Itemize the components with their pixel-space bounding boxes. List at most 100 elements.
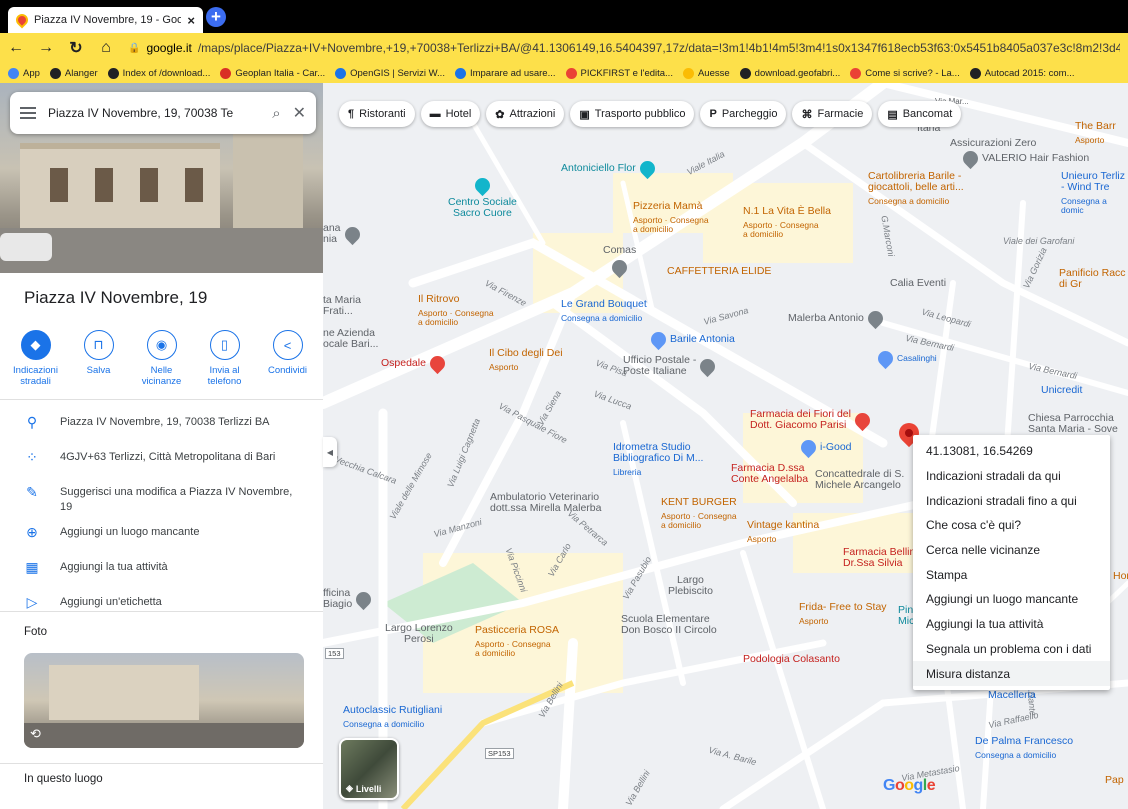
reload-icon[interactable]: ↻ bbox=[68, 38, 84, 58]
menu-report-problem[interactable]: Segnala un problema con i dati bbox=[913, 637, 1110, 662]
poi-officina[interactable]: fficina Biagio bbox=[323, 588, 375, 610]
bookmark-item[interactable]: OpenGIS | Servizi W... bbox=[335, 67, 445, 79]
back-arrow-icon[interactable]: ← bbox=[8, 39, 24, 57]
poi-pin-mic[interactable]: Pin Mic bbox=[898, 605, 914, 627]
clear-search-icon[interactable]: ✕ bbox=[293, 103, 306, 123]
chip-hotel[interactable]: ▬ Hotel bbox=[420, 101, 481, 127]
poi-idrometra[interactable]: Idrometra Studio Bibliografico Di M... Li… bbox=[613, 442, 703, 477]
poi-podologia[interactable]: Podologia Colasanto bbox=[743, 654, 840, 665]
bookmark-item[interactable]: Alanger bbox=[49, 67, 98, 79]
poi-il-ritrovo[interactable]: Il Ritrovo Asporto · Consegna a domicilio bbox=[418, 294, 494, 327]
search-input[interactable]: Piazza IV Novembre, 19, 70038 Te bbox=[48, 106, 260, 120]
poi-the-barr[interactable]: The Barr Asporto bbox=[1075, 121, 1116, 145]
poi-i-good[interactable]: i-Good bbox=[797, 436, 852, 459]
search-icon[interactable]: ⌕ bbox=[272, 105, 280, 122]
menu-measure-distance[interactable]: Misura distanza bbox=[913, 661, 1110, 686]
share-button[interactable]: < Condividi bbox=[260, 330, 316, 387]
bookmark-item[interactable]: Come si scrive? - La... bbox=[850, 67, 960, 79]
menu-search-nearby[interactable]: Cerca nelle vicinanze bbox=[913, 538, 1110, 563]
menu-whats-here[interactable]: Che cosa c'è qui? bbox=[913, 513, 1110, 538]
bookmark-item[interactable]: Auesse bbox=[682, 67, 730, 79]
poi-valerio[interactable]: VALERIO Hair Fashion bbox=[959, 147, 1089, 170]
menu-add-business[interactable]: Aggiungi la tua attività bbox=[913, 612, 1110, 637]
poi-de-palma[interactable]: De Palma Francesco Consegna a domicilio bbox=[975, 736, 1073, 760]
poi-pasticceria-rosa[interactable]: Pasticceria ROSA Asporto · Consegna a dom… bbox=[475, 625, 559, 658]
info-row[interactable]: ✎ Suggerisci una modifica a Piazza IV Nov… bbox=[0, 483, 323, 515]
layers-button[interactable]: ◈ Livelli bbox=[339, 738, 399, 800]
poi-assicurazioni[interactable]: Assicurazioni Zero bbox=[950, 138, 1036, 149]
chip-parcheggio[interactable]: P Parcheggio bbox=[700, 101, 787, 127]
poi-pizzeria-mama[interactable]: Pizzeria Mamà Asporto · Consegna a domici… bbox=[633, 201, 709, 234]
poi-centro-sociale[interactable]: Centro Sociale Sacro Cuore bbox=[448, 174, 517, 219]
menu-coordinates[interactable]: 41.13081, 16.54269 bbox=[913, 439, 1110, 464]
poi-hor[interactable]: Hor bbox=[1113, 571, 1128, 582]
poi-farmacia-fiori[interactable]: Farmacia dei Fiori del Dott. Giacomo Par… bbox=[750, 409, 874, 431]
poi-ana[interactable]: ana nia bbox=[323, 223, 363, 245]
nearby-button[interactable]: ◉ Nelle vicinanze bbox=[134, 330, 190, 387]
poi-caffetteria-elide[interactable]: CAFFETTERIA ELIDE bbox=[667, 266, 771, 277]
search-box[interactable]: Piazza IV Novembre, 19, 70038 Te ⌕ ✕ bbox=[10, 92, 316, 134]
poi-farmacia-dssa[interactable]: Farmacia D.ssa Conte Angelalba bbox=[731, 463, 808, 485]
poi-malerba[interactable]: Malerba Antonio bbox=[788, 307, 886, 330]
new-tab-button[interactable]: + bbox=[206, 7, 226, 27]
bookmark-item[interactable]: Autocad 2015: com... bbox=[969, 67, 1075, 79]
map-canvas[interactable]: ¶ Ristoranti ▬ Hotel ✿ Attrazioni ▣ Trasporto p… bbox=[323, 83, 1128, 809]
info-row[interactable]: ▦ Aggiungi la tua attività bbox=[0, 558, 323, 588]
poi-cartolibreria[interactable]: Cartolibreria Barile - giocattoli, belle… bbox=[868, 171, 964, 206]
poi-macelleria[interactable]: Macelleria bbox=[988, 690, 1036, 701]
info-row[interactable]: ▷ Aggiungi un'etichetta bbox=[0, 593, 323, 623]
chip-farmacie[interactable]: ⌘ Farmacie bbox=[792, 101, 873, 127]
poi-farmacia-bellino[interactable]: Farmacia Bellino Dr.Ssa Silvia bbox=[843, 547, 921, 569]
home-icon[interactable]: ⌂ bbox=[98, 39, 114, 57]
poi-ufficio-postale[interactable]: Ufficio Postale - Poste Italiane bbox=[623, 355, 719, 377]
bookmark-item[interactable]: App bbox=[8, 67, 40, 79]
bookmark-item[interactable]: Imparare ad usare... bbox=[454, 67, 556, 79]
poi-calia-eventi[interactable]: Calia Eventi bbox=[890, 278, 946, 289]
photo-thumbnail[interactable]: ⟲ bbox=[24, 653, 304, 748]
poi-chiesa[interactable]: Chiesa Parrocchia Santa Maria - Sove bbox=[1028, 413, 1118, 435]
poi-ambulatorio[interactable]: Ambulatorio Veterinario dott.ssa Mirella… bbox=[490, 492, 601, 514]
forward-arrow-icon[interactable]: → bbox=[38, 39, 54, 57]
chip-bancomat[interactable]: ▤ Bancomat bbox=[878, 101, 962, 127]
poi-unicredit[interactable]: Unicredit bbox=[1041, 385, 1082, 396]
save-button[interactable]: ⊓ Salva bbox=[71, 330, 127, 387]
send-to-phone-button[interactable]: ▯ Invia al telefono bbox=[197, 330, 253, 387]
chip-ristoranti[interactable]: ¶ Ristoranti bbox=[339, 101, 415, 127]
poi-comas[interactable]: Comas bbox=[603, 245, 636, 279]
menu-directions-to[interactable]: Indicazioni stradali fino a qui bbox=[913, 488, 1110, 513]
address-bar[interactable]: 🔒 google.it/maps/place/Piazza+IV+Novembr… bbox=[128, 36, 1120, 60]
poi-ta-maria[interactable]: ta Maria Frati... bbox=[323, 295, 361, 317]
close-tab-icon[interactable]: × bbox=[187, 13, 195, 28]
bookmark-item[interactable]: download.geofabri... bbox=[739, 67, 840, 79]
poi-vintage-kantina[interactable]: Vintage kantina Asporto bbox=[747, 520, 819, 544]
menu-directions-from[interactable]: Indicazioni stradali da qui bbox=[913, 464, 1110, 489]
poi-autoclassic[interactable]: Autoclassic Rutigliani Consegna a domicil… bbox=[343, 705, 442, 729]
bookmark-item[interactable]: Geoplan Italia - Car... bbox=[220, 67, 325, 79]
poi-grand-bouquet[interactable]: Le Grand Bouquet Consegna a domicilio bbox=[561, 299, 647, 323]
poi-panificio[interactable]: Panificio Racc di Gr bbox=[1059, 268, 1126, 290]
menu-icon[interactable] bbox=[20, 107, 36, 119]
poi-concattedrale[interactable]: Concattedrale di S. Michele Arcangelo bbox=[815, 469, 904, 491]
poi-kent-burger[interactable]: KENT BURGER Asporto · Consegna a domicili… bbox=[661, 497, 737, 530]
poi-azienda[interactable]: ne Azienda ocale Bari... bbox=[323, 328, 378, 350]
poi-casalinghi[interactable]: Casalinghi bbox=[874, 347, 937, 370]
info-row[interactable]: ⊕ Aggiungi un luogo mancante bbox=[0, 523, 323, 553]
poi-antoniciello[interactable]: Antoniciello Flor bbox=[561, 157, 658, 180]
poi-scuola[interactable]: Scuola Elementare Don Bosco II Circolo bbox=[621, 614, 717, 636]
menu-add-place[interactable]: Aggiungi un luogo mancante bbox=[913, 587, 1110, 612]
menu-print[interactable]: Stampa bbox=[913, 562, 1110, 587]
chip-trasporto[interactable]: ▣ Trasporto pubblico bbox=[570, 101, 695, 127]
browser-tab[interactable]: Piazza IV Novembre, 19 - Google × bbox=[8, 7, 203, 33]
directions-button[interactable]: ◆ Indicazioni stradali bbox=[8, 330, 64, 387]
poi-unieuro[interactable]: Unieuro Terliz - Wind Tre Consegna a domi… bbox=[1061, 171, 1128, 215]
poi-il-cibo-degli-dei[interactable]: Il Cibo degli Dei Asporto bbox=[489, 348, 563, 372]
poi-barile-antonia[interactable]: Barile Antonia bbox=[647, 328, 735, 351]
poi-la-vita-e-bella[interactable]: N.1 La Vita È Bella Asporto · Consegna a … bbox=[743, 206, 831, 239]
poi-ospedale[interactable]: Ospedale bbox=[381, 352, 449, 375]
poi-frida[interactable]: Frida- Free to Stay Asporto bbox=[799, 602, 887, 626]
bookmark-item[interactable]: PICKFIRST e l'edita... bbox=[565, 67, 673, 79]
bookmark-item[interactable]: Index of /download... bbox=[107, 67, 210, 79]
poi-pap[interactable]: Pap bbox=[1105, 775, 1124, 786]
chip-attrazioni[interactable]: ✿ Attrazioni bbox=[486, 101, 565, 127]
collapse-panel-button[interactable]: ◀ bbox=[323, 437, 337, 467]
